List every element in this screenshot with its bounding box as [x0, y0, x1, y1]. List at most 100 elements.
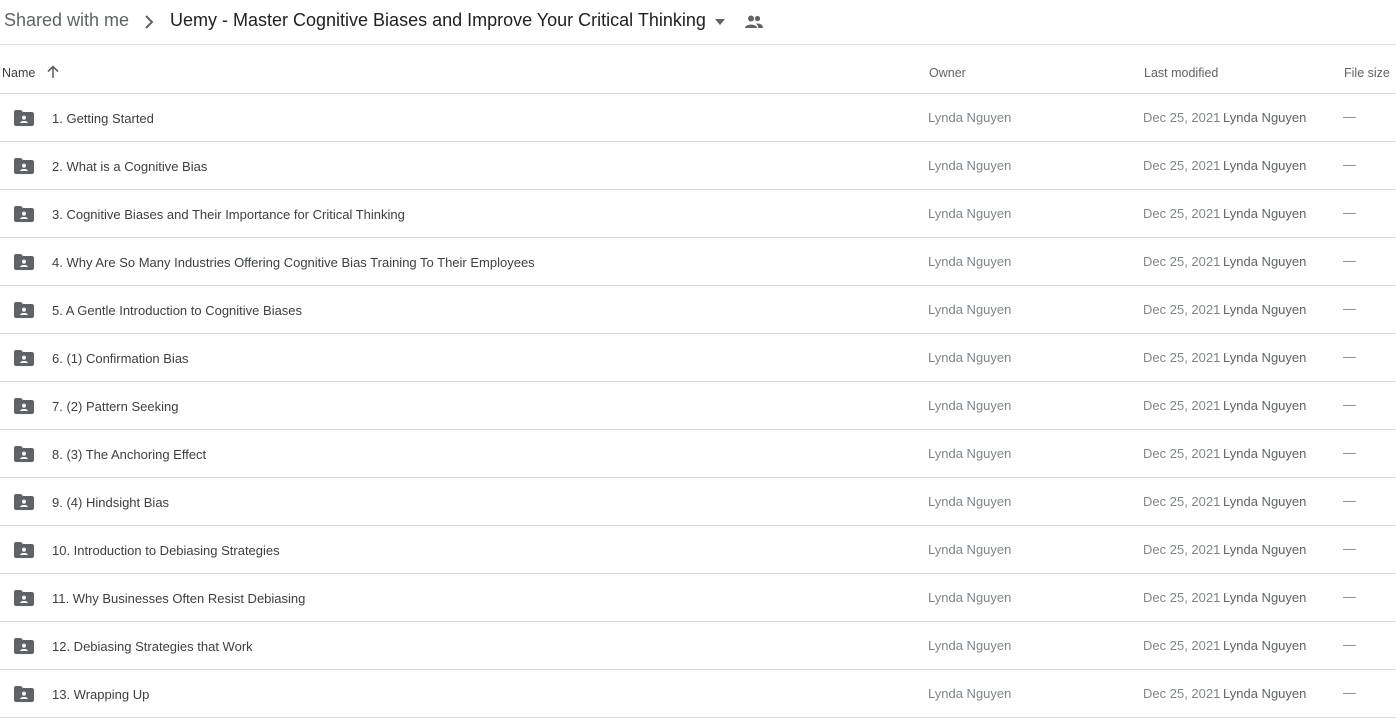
file-name[interactable]: 5. A Gentle Introduction to Cognitive Bi…	[52, 303, 302, 318]
table-row[interactable]: 5. A Gentle Introduction to Cognitive Bi…	[0, 286, 1396, 334]
table-row[interactable]: 11. Why Businesses Often Resist Debiasin…	[0, 574, 1396, 622]
owner-name: Lynda Nguyen	[928, 542, 1012, 557]
file-size: —	[1343, 445, 1356, 460]
table-row[interactable]: 9. (4) Hindsight Bias Lynda Nguyen Dec 25,…	[0, 478, 1396, 526]
owner-name: Lynda Nguyen	[928, 446, 1012, 461]
last-modified-by: Lynda Nguyen	[1223, 158, 1307, 173]
table-row[interactable]: 12. Debiasing Strategies that Work Lynda …	[0, 622, 1396, 670]
shared-folder-icon	[14, 446, 34, 462]
last-modified-by: Lynda Nguyen	[1223, 206, 1307, 221]
owner-name: Lynda Nguyen	[928, 494, 1012, 509]
file-name[interactable]: 13. Wrapping Up	[52, 687, 149, 702]
last-modified-by: Lynda Nguyen	[1223, 398, 1307, 413]
file-name[interactable]: 4. Why Are So Many Industries Offering C…	[52, 255, 535, 270]
last-modified-date: Dec 25, 2021	[1143, 110, 1221, 125]
column-header-file-size[interactable]: File size	[1344, 66, 1390, 80]
last-modified-date: Dec 25, 2021	[1143, 350, 1221, 365]
table-row[interactable]: 4. Why Are So Many Industries Offering C…	[0, 238, 1396, 286]
file-size: —	[1343, 541, 1356, 556]
file-size: —	[1343, 493, 1356, 508]
last-modified-date: Dec 25, 2021	[1143, 206, 1221, 221]
file-name[interactable]: 7. (2) Pattern Seeking	[52, 399, 178, 414]
file-name[interactable]: 9. (4) Hindsight Bias	[52, 495, 169, 510]
owner-name: Lynda Nguyen	[928, 350, 1012, 365]
last-modified-by: Lynda Nguyen	[1223, 446, 1307, 461]
column-header-last-modified[interactable]: Last modified	[1144, 66, 1218, 80]
file-name[interactable]: 11. Why Businesses Often Resist Debiasin…	[52, 591, 305, 606]
last-modified-date: Dec 25, 2021	[1143, 446, 1221, 461]
file-size: —	[1343, 109, 1356, 124]
table-row[interactable]: 13. Wrapping Up Lynda Nguyen Dec 25, 2021 L…	[0, 670, 1396, 718]
file-name[interactable]: 6. (1) Confirmation Bias	[52, 351, 189, 366]
shared-folder-icon	[14, 254, 34, 270]
shared-folder-icon	[14, 686, 34, 702]
shared-folder-icon	[14, 206, 34, 222]
file-size: —	[1343, 397, 1356, 412]
table-row[interactable]: 3. Cognitive Biases and Their Importance…	[0, 190, 1396, 238]
owner-name: Lynda Nguyen	[928, 206, 1012, 221]
last-modified-by: Lynda Nguyen	[1223, 494, 1307, 509]
shared-folder-icon	[14, 158, 34, 174]
column-header-name[interactable]: Name	[2, 66, 35, 80]
file-name[interactable]: 10. Introduction to Debiasing Strategies	[52, 543, 280, 558]
table-row[interactable]: 1. Getting Started Lynda Nguyen Dec 25, 20…	[0, 94, 1396, 142]
last-modified-date: Dec 25, 2021	[1143, 158, 1221, 173]
file-name[interactable]: 12. Debiasing Strategies that Work	[52, 639, 253, 654]
chevron-right-icon	[145, 15, 154, 29]
file-size: —	[1343, 253, 1356, 268]
last-modified-date: Dec 25, 2021	[1143, 542, 1221, 557]
shared-folder-icon	[14, 350, 34, 366]
shared-folder-icon	[14, 542, 34, 558]
file-size: —	[1343, 589, 1356, 604]
file-size: —	[1343, 685, 1356, 700]
table-row[interactable]: 2. What is a Cognitive Bias Lynda Nguyen D…	[0, 142, 1396, 190]
table-row[interactable]: 6. (1) Confirmation Bias Lynda Nguyen Dec …	[0, 334, 1396, 382]
file-size: —	[1343, 349, 1356, 364]
file-name[interactable]: 3. Cognitive Biases and Their Importance…	[52, 207, 405, 222]
last-modified-by: Lynda Nguyen	[1223, 638, 1307, 653]
table-row[interactable]: 10. Introduction to Debiasing Strategies…	[0, 526, 1396, 574]
table-row[interactable]: 7. (2) Pattern Seeking Lynda Nguyen Dec 25…	[0, 382, 1396, 430]
owner-name: Lynda Nguyen	[928, 254, 1012, 269]
file-size: —	[1343, 301, 1356, 316]
owner-name: Lynda Nguyen	[928, 398, 1012, 413]
shared-folder-icon	[14, 398, 34, 414]
last-modified-by: Lynda Nguyen	[1223, 542, 1307, 557]
shared-folder-icon	[14, 302, 34, 318]
file-name[interactable]: 1. Getting Started	[52, 111, 154, 126]
last-modified-date: Dec 25, 2021	[1143, 590, 1221, 605]
last-modified-by: Lynda Nguyen	[1223, 254, 1307, 269]
file-size: —	[1343, 157, 1356, 172]
people-icon	[745, 15, 763, 28]
caret-down-icon[interactable]	[712, 17, 728, 27]
file-size: —	[1343, 637, 1356, 652]
table-row[interactable]: 8. (3) The Anchoring Effect Lynda Nguyen D…	[0, 430, 1396, 478]
arrow-up-icon[interactable]	[46, 65, 60, 79]
column-header-row: Name Owner Last modified File size	[0, 45, 1396, 94]
shared-folder-icon	[14, 110, 34, 126]
file-size: —	[1343, 205, 1356, 220]
owner-name: Lynda Nguyen	[928, 110, 1012, 125]
last-modified-by: Lynda Nguyen	[1223, 686, 1307, 701]
file-name[interactable]: 8. (3) The Anchoring Effect	[52, 447, 206, 462]
breadcrumb-current-folder[interactable]: Uemy - Master Cognitive Biases and Impro…	[170, 10, 706, 31]
last-modified-by: Lynda Nguyen	[1223, 110, 1307, 125]
shared-folder-icon	[14, 638, 34, 654]
shared-folder-icon	[14, 494, 34, 510]
owner-name: Lynda Nguyen	[928, 686, 1012, 701]
owner-name: Lynda Nguyen	[928, 158, 1012, 173]
last-modified-by: Lynda Nguyen	[1223, 302, 1307, 317]
breadcrumb: Shared with me Uemy - Master Cognitive B…	[0, 0, 1396, 45]
last-modified-date: Dec 25, 2021	[1143, 254, 1221, 269]
last-modified-date: Dec 25, 2021	[1143, 686, 1221, 701]
last-modified-by: Lynda Nguyen	[1223, 590, 1307, 605]
column-header-owner[interactable]: Owner	[929, 66, 966, 80]
breadcrumb-shared-with-me[interactable]: Shared with me	[4, 10, 129, 31]
file-name[interactable]: 2. What is a Cognitive Bias	[52, 159, 207, 174]
owner-name: Lynda Nguyen	[928, 302, 1012, 317]
shared-folder-icon	[14, 590, 34, 606]
last-modified-date: Dec 25, 2021	[1143, 302, 1221, 317]
last-modified-by: Lynda Nguyen	[1223, 350, 1307, 365]
last-modified-date: Dec 25, 2021	[1143, 638, 1221, 653]
owner-name: Lynda Nguyen	[928, 590, 1012, 605]
